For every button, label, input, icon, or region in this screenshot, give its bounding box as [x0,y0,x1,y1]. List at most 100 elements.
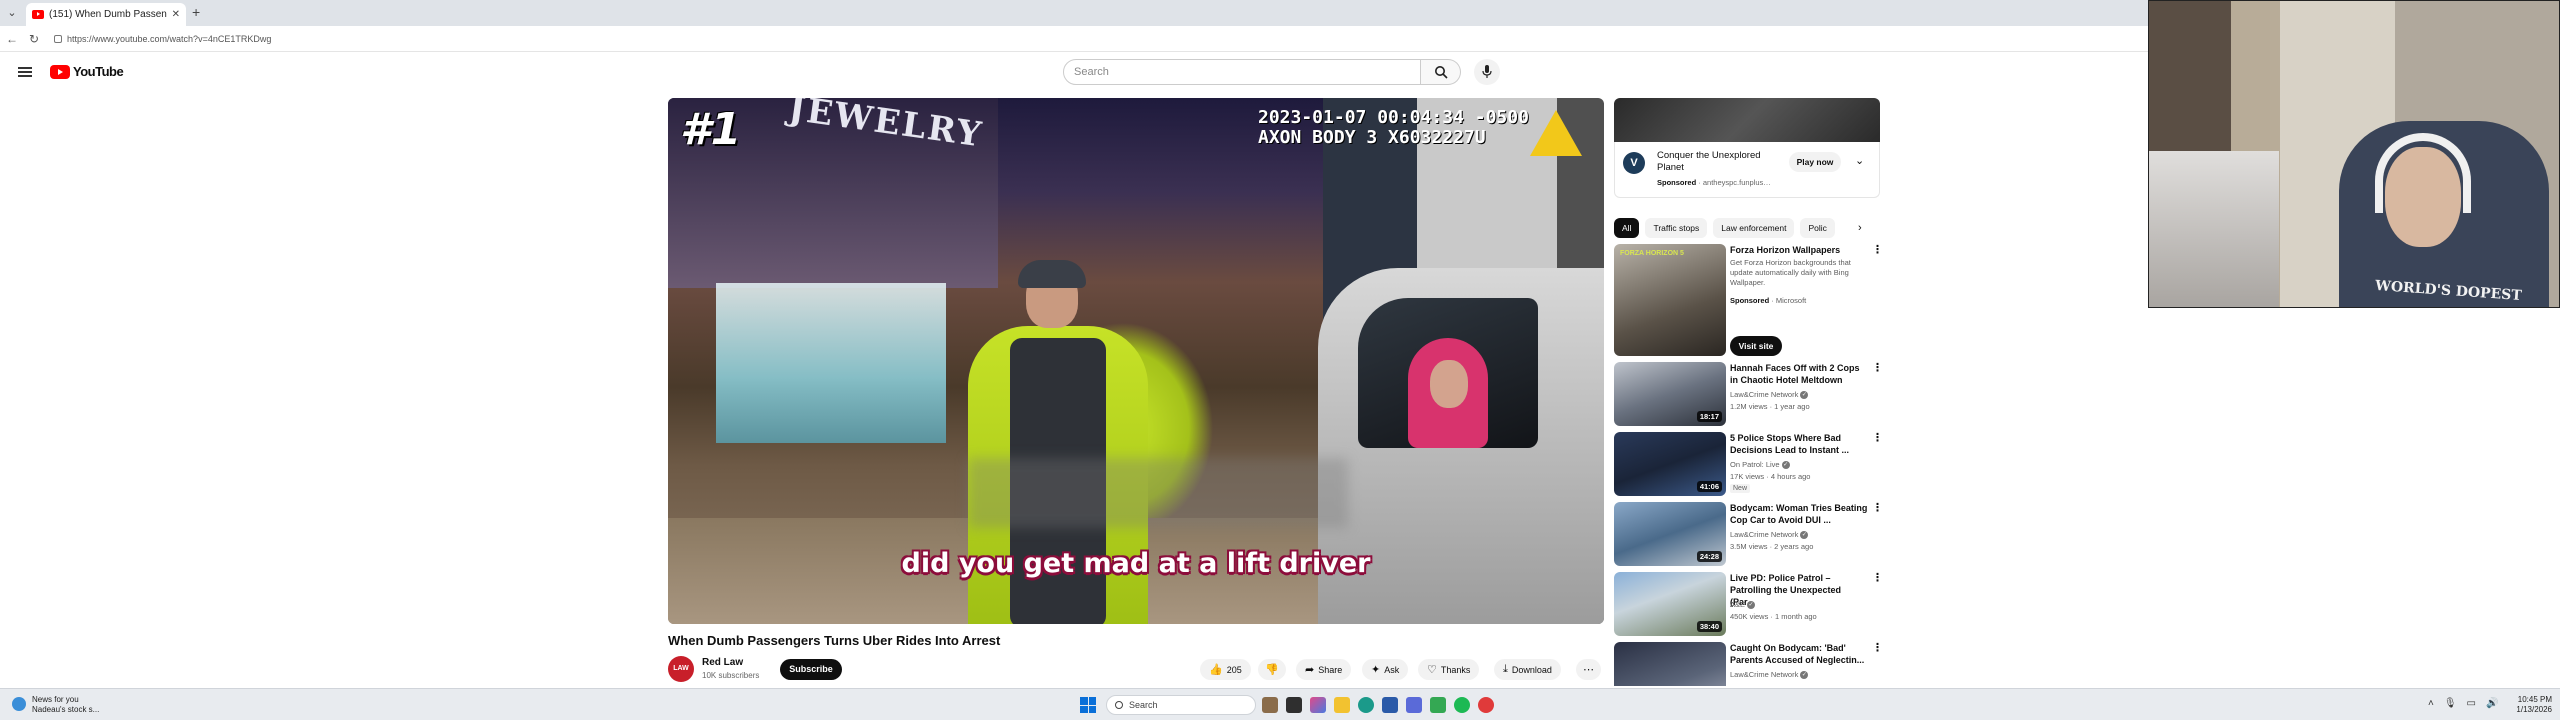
recommendation-title[interactable]: 5 Police Stops Where Bad Decisions Lead … [1730,432,1868,456]
ad-banner-image[interactable] [1614,98,1880,142]
video-thumbnail[interactable]: FORZA HORIZON 5 [1614,244,1726,356]
subscribe-button[interactable]: Subscribe [780,659,842,680]
video-player[interactable]: JEWELRY #1 2023-01-07 00:04:34 -0500 AXO… [668,98,1604,624]
more-vertical-icon[interactable]: ⋮ [1872,572,1883,584]
youtube-play-logo-icon [50,64,70,79]
recommendation-title[interactable]: Hannah Faces Off with 2 Cops in Chaotic … [1730,362,1868,386]
thanks-button[interactable]: ♡ Thanks [1418,659,1480,680]
volume-icon[interactable]: 🔊 [2486,698,2498,709]
more-vertical-icon[interactable]: ⋮ [1872,642,1880,654]
chevron-right-icon[interactable]: › [1858,222,1862,234]
recommendation-title[interactable]: Caught On Bodycam: 'Bad' Parents Accused… [1730,642,1868,666]
visit-site-button[interactable]: Visit site [1730,336,1782,356]
download-button[interactable]: ⤓ Download [1494,659,1561,680]
spotify-icon[interactable] [1454,697,1470,713]
dislike-button[interactable]: 👎 [1258,659,1286,680]
share-button[interactable]: ➦ Share [1296,659,1352,680]
recommendation-title[interactable]: Forza Horizon Wallpapers [1730,244,1868,256]
recommendation-item[interactable]: Caught On Bodycam: 'Bad' Parents Accused… [1614,642,1880,686]
store-icon[interactable] [1382,697,1398,713]
more-vertical-icon[interactable]: ⋮ [1872,502,1883,514]
ad-title[interactable]: Conquer the Unexplored Planet [1657,150,1787,174]
taskbar-clock[interactable]: 10:45 PM 1/13/2026 [2512,695,2552,715]
recommendation-item[interactable]: 18:17 Hannah Faces Off with 2 Cops in Ch… [1614,362,1883,428]
recommendation-channel[interactable]: On Patrol: Live ✓ [1730,460,1790,470]
video-thumbnail[interactable]: 18:17 [1614,362,1726,426]
channel-avatar[interactable]: LAW [668,656,694,682]
more-vertical-icon[interactable]: ⋮ [1872,244,1883,256]
video-thumbnail[interactable]: 24:28 [1614,502,1726,566]
chip-law-enforcement[interactable]: Law enforcement [1713,218,1795,238]
search-input[interactable]: Search [1063,59,1421,85]
channel-name[interactable]: Law&Crime Network [1730,670,1798,679]
recommendation-item[interactable]: 41:06 5 Police Stops Where Bad Decisions… [1614,432,1883,498]
tab-list-dropdown-icon[interactable]: ⌄ [4,5,20,21]
microphone-tray-icon[interactable]: 🎙 [2444,698,2457,709]
taskbar-app-green-icon[interactable] [1430,697,1446,713]
recommendation-item[interactable]: 38:40 Live PD: Police Patrol – Patrollin… [1614,572,1883,638]
tray-chevron-icon[interactable]: ˄ [2428,698,2434,709]
chip-all[interactable]: All [1614,218,1640,238]
channel-name[interactable]: On Patrol: Live [1730,460,1780,469]
sponsored-recommendation[interactable]: FORZA HORIZON 5 Forza Horizon Wallpapers… [1614,244,1883,360]
task-view-icon[interactable] [1286,697,1302,713]
discord-icon[interactable] [1406,697,1422,713]
video-subtitle: did you get mad at a lift driver [901,548,1371,579]
copilot-icon[interactable] [1310,697,1326,713]
hamburger-menu-icon[interactable] [18,67,32,77]
recommendation-channel[interactable]: Law&Crime Network ✓ [1730,530,1809,540]
network-icon[interactable]: ▭ [2467,698,2476,709]
video-thumbnail[interactable] [1614,642,1726,686]
tab-close-icon[interactable]: ✕ [172,9,180,20]
channel-name[interactable]: Red Law [702,657,743,668]
thumbs-down-icon: 👎 [1265,664,1279,676]
taskbar-search[interactable]: Search [1106,695,1256,715]
youtube-logo[interactable]: YouTube [50,64,124,79]
new-tab-button[interactable]: + [192,4,200,20]
search-button[interactable] [1421,59,1461,85]
back-arrow-icon[interactable]: ← [4,31,20,47]
more-actions-button[interactable]: ⋯ [1576,659,1601,680]
video-duration: 41:06 [1696,481,1722,492]
ad-card[interactable]: V Conquer the Unexplored Planet Sponsore… [1614,142,1880,198]
recommendation-channel[interactable]: Law&Crime Network ✓ [1730,390,1809,400]
channel-name[interactable]: A&E [1730,600,1745,609]
more-vertical-icon[interactable]: ⋮ [1872,362,1883,374]
chip-police[interactable]: Polic [1800,218,1835,238]
download-icon: ⤓ [1503,663,1508,675]
taskbar-app-icon[interactable] [1262,697,1278,713]
like-button[interactable]: 👍 205 [1200,659,1251,680]
axon-logo-icon [1530,110,1582,156]
recommendation-channel[interactable]: Law&Crime Network ✓ [1730,670,1809,680]
ad-meta: Sponsored · antheyspc.funplus… [1657,178,1771,187]
url-text[interactable]: https://www.youtube.com/watch?v=4nCE1TRK… [67,31,271,47]
edge-browser-icon[interactable] [1358,697,1374,713]
chip-traffic-stops[interactable]: Traffic stops [1645,218,1708,238]
verified-check-icon: ✓ [1800,391,1809,400]
recommendation-channel[interactable]: A&E ✓ [1730,600,1756,610]
webcam-background-shelf [2149,151,2279,307]
channel-name[interactable]: Law&Crime Network [1730,390,1798,399]
more-vertical-icon[interactable]: ⋮ [1872,432,1883,444]
share-label: Share [1318,664,1343,675]
file-explorer-icon[interactable] [1334,697,1350,713]
ad-play-now-button[interactable]: Play now [1789,152,1841,172]
taskbar-app-red-icon[interactable] [1478,697,1494,713]
recommendation-item[interactable]: 24:28 Bodycam: Woman Tries Beating Cop C… [1614,502,1883,568]
browser-tab-active[interactable]: (151) When Dumb Passenger ✕ [26,3,186,26]
reload-icon[interactable]: ↻ [26,31,42,47]
video-thumbnail[interactable]: 38:40 [1614,572,1726,636]
bodycam-timestamp: 2023-01-07 00:04:34 -0500 AXON BODY 3 X6… [1258,108,1529,148]
windows-start-icon[interactable] [1080,697,1096,713]
recommendation-stats: 1.2M views · 1 year ago [1730,402,1810,411]
recommendation-title[interactable]: Bodycam: Woman Tries Beating Cop Car to … [1730,502,1868,526]
more-horizontal-icon: ⋯ [1583,664,1594,676]
chevron-down-icon[interactable]: ⌄ [1855,154,1864,167]
channel-name[interactable]: Law&Crime Network [1730,530,1798,539]
video-thumbnail[interactable]: 41:06 [1614,432,1726,496]
video-title: When Dumb Passengers Turns Uber Rides In… [668,633,1001,648]
news-widget[interactable]: News for you Nadeau's stock s... [12,695,99,715]
voice-search-button[interactable] [1474,59,1500,85]
ask-button[interactable]: ✦ Ask [1362,659,1409,680]
url-field[interactable]: https://www.youtube.com/watch?v=4nCE1TRK… [54,31,271,47]
